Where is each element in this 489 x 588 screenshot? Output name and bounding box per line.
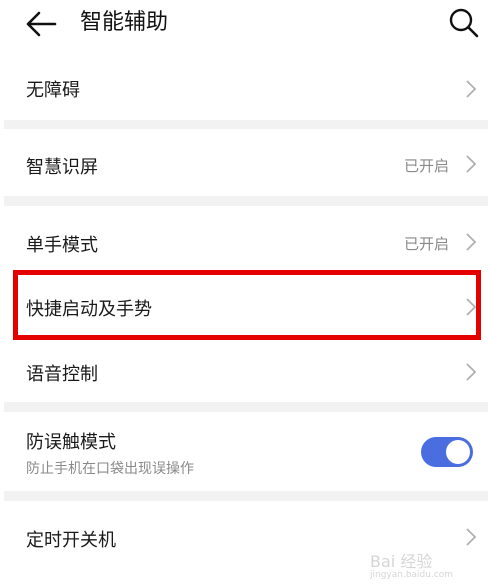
watermark-text: Bai 经验 — [370, 552, 433, 571]
list-item-label: 无障碍 — [26, 80, 80, 101]
section-divider — [4, 196, 488, 206]
search-icon[interactable] — [448, 7, 480, 39]
list-item-label: 防误触模式 — [26, 432, 116, 453]
chevron-right-icon — [466, 80, 477, 98]
list-item-anti-mistouch: 防误触模式 防止手机在口袋出现误操作 — [0, 414, 489, 490]
section-divider — [4, 120, 488, 129]
back-arrow-icon[interactable] — [24, 9, 58, 39]
list-item-smart-screen[interactable]: 智慧识屏 已开启 — [0, 133, 489, 193]
watermark: Bai 经验 jingyan.baidu.com — [370, 548, 453, 580]
list-item-label: 语音控制 — [26, 364, 98, 385]
list-item-label: 智慧识屏 — [26, 157, 98, 178]
list-item-sublabel: 防止手机在口袋出现误操作 — [26, 461, 194, 477]
highlight-box — [13, 270, 481, 340]
list-item-voice-control[interactable]: 语音控制 — [0, 342, 489, 400]
chevron-right-icon — [466, 233, 477, 251]
top-app-bar: 智能辅助 — [0, 0, 489, 50]
section-divider — [4, 491, 488, 501]
list-item-label: 定时开关机 — [26, 530, 116, 551]
section-divider — [4, 402, 488, 412]
watermark-url: jingyan.baidu.com — [370, 570, 454, 580]
chevron-right-icon — [466, 155, 477, 173]
chevron-right-icon — [466, 528, 477, 546]
page-title: 智能辅助 — [80, 10, 169, 35]
status-text: 已开启 — [403, 235, 449, 253]
list-item-label: 单手模式 — [26, 235, 98, 256]
status-text: 已开启 — [403, 157, 449, 175]
chevron-right-icon — [466, 363, 477, 381]
toggle-knob — [446, 440, 470, 464]
list-item-accessibility[interactable]: 无障碍 — [0, 58, 489, 118]
list-item-one-hand-mode[interactable]: 单手模式 已开启 — [0, 210, 489, 270]
anti-mistouch-toggle[interactable] — [421, 437, 473, 467]
